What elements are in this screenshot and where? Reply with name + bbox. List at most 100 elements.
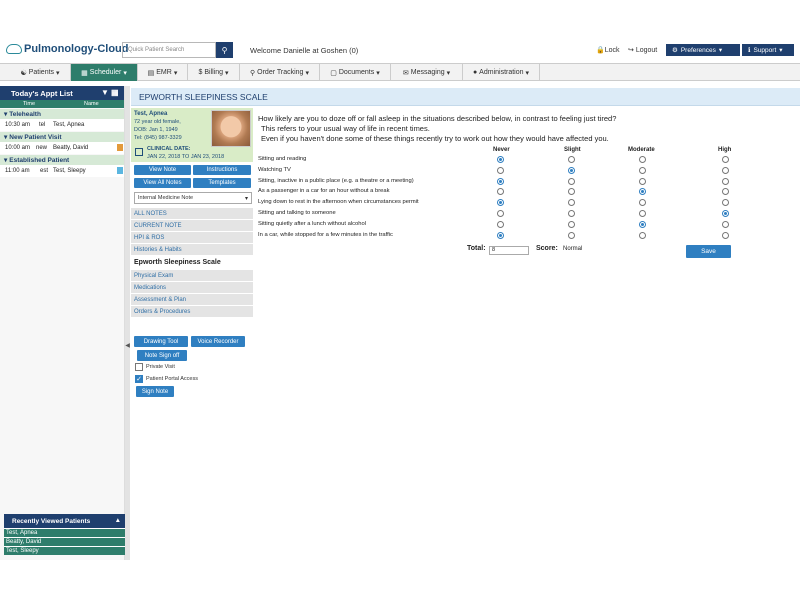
lock-link[interactable]: 🔒Lock [596, 46, 620, 54]
appt-group-established-patient[interactable]: ▾ Established Patient [0, 155, 124, 165]
sign-note-button[interactable]: Sign Note [136, 386, 174, 397]
templates-button[interactable]: Templates [193, 178, 251, 188]
section-epworth-sleepiness-scale[interactable]: Epworth Sleepiness Scale [131, 256, 253, 270]
appt-group-new-patient-visit[interactable]: ▾ New Patient Visit [0, 132, 124, 142]
radio-moderate[interactable] [639, 210, 646, 217]
appt-row[interactable]: 11:00 am est Test, Sleepy [0, 165, 124, 177]
save-button[interactable]: Save [686, 245, 731, 258]
note-status-icon[interactable] [117, 167, 123, 174]
radio-never[interactable] [497, 156, 504, 163]
section-histories-habits[interactable]: Histories & Habits [131, 244, 253, 256]
recent-patient-item[interactable]: Beatty, David [4, 537, 125, 546]
drawing-tool-button[interactable]: Drawing Tool [134, 336, 188, 347]
support-label: Support [753, 46, 777, 54]
section-assessment-plan[interactable]: Assessment & Plan [131, 294, 253, 306]
clinical-date-range[interactable]: JAN 22, 2018 TO JAN 23, 2018 [147, 154, 224, 160]
radio-never[interactable] [497, 199, 504, 207]
note-template-select[interactable]: Internal Medicine Note ▾ [134, 192, 252, 204]
radio-high[interactable] [722, 231, 729, 239]
panel-divider[interactable] [125, 86, 130, 560]
patient-portal-access-checkbox-row[interactable]: ✓ Patient Portal Access [135, 375, 198, 383]
view-note-button[interactable]: View Note [134, 165, 191, 175]
section-orders-procedures[interactable]: Orders & Procedures [131, 306, 253, 318]
score-value: Normal [563, 246, 583, 252]
total-field[interactable]: 8 [489, 246, 529, 255]
radio-slight[interactable] [568, 166, 575, 174]
nav-scheduler[interactable]: ▦ Scheduler ▾ [71, 64, 138, 81]
radio-slight[interactable] [568, 231, 575, 239]
recent-patient-item[interactable]: Test, Apnea [4, 528, 125, 537]
nav-order-tracking[interactable]: ⚲ Order Tracking ▾ [240, 64, 320, 81]
section-current-note[interactable]: CURRENT NOTE [131, 220, 253, 232]
appt-group-telehealth[interactable]: ▾ Telehealth [0, 109, 124, 119]
radio-high[interactable] [722, 188, 729, 196]
nav-patients[interactable]: ☯ Patients ▾ [10, 64, 71, 81]
patient-portal-access-checkbox[interactable]: ✓ [135, 375, 143, 383]
radio-high[interactable] [722, 199, 729, 207]
radio-high[interactable] [722, 210, 729, 217]
nav-administration[interactable]: ● Administration ▾ [463, 64, 540, 81]
section-hpi-ros[interactable]: HPI & ROS [131, 232, 253, 244]
section-physical-exam[interactable]: Physical Exam [131, 270, 253, 282]
radio-never[interactable] [497, 231, 504, 239]
appt-patient-name: Test, Sleepy [53, 168, 86, 174]
collapse-left-icon[interactable]: ◀ [125, 342, 130, 349]
info-icon: ℹ [748, 47, 751, 54]
logout-link[interactable]: ↪ Logout [628, 46, 657, 54]
private-visit-checkbox-row[interactable]: Private Visit [135, 363, 175, 371]
appt-row[interactable]: 10:30 am tel Test, Apnea [0, 119, 124, 131]
view-all-notes-button[interactable]: View All Notes [134, 178, 191, 188]
radio-slight[interactable] [568, 220, 575, 228]
radio-slight[interactable] [568, 199, 575, 207]
radio-moderate[interactable] [639, 166, 646, 174]
radio-moderate[interactable] [639, 199, 646, 207]
nav-documents[interactable]: ▢ Documents ▾ [320, 64, 391, 81]
radio-never[interactable] [497, 166, 504, 174]
note-sign-off-button[interactable]: Note Sign off [137, 350, 187, 361]
epworth-question-row: As a passenger in a car for an hour with… [258, 187, 729, 198]
radio-slight[interactable] [568, 210, 575, 217]
quick-patient-search-input[interactable]: Quick Patient Search [122, 42, 216, 58]
note-status-icon[interactable] [117, 144, 123, 151]
nav-billing[interactable]: $ Billing ▾ [188, 64, 240, 81]
radio-moderate[interactable] [639, 177, 646, 185]
support-button[interactable]: ℹ Support ▾ [742, 44, 794, 56]
nav-emr[interactable]: ▤ EMR ▾ [138, 64, 188, 81]
radio-high[interactable] [722, 166, 729, 174]
search-icon: ⚲ [221, 45, 228, 55]
radio-high[interactable] [722, 220, 729, 228]
filter-icon[interactable]: ▼ [101, 88, 109, 97]
radio-moderate[interactable] [639, 231, 646, 239]
chevron-down-icon: ▾ [446, 69, 451, 77]
radio-never[interactable] [497, 210, 504, 217]
recent-patient-item[interactable]: Test, Sleepy [4, 546, 125, 555]
radio-slight[interactable] [568, 177, 575, 185]
radio-slight[interactable] [568, 156, 575, 163]
radio-moderate[interactable] [639, 220, 646, 228]
instructions-button[interactable]: Instructions [193, 165, 251, 175]
section-medications[interactable]: Medications [131, 282, 253, 294]
voice-recorder-button[interactable]: Voice Recorder [191, 336, 245, 347]
calendar-icon[interactable]: ▦ [111, 88, 119, 97]
patient-name[interactable]: Test, Apnea [134, 111, 167, 117]
radio-slight[interactable] [568, 188, 575, 196]
radio-never[interactable] [497, 220, 504, 228]
recently-viewed-header[interactable]: Recently Viewed Patients ▲ [4, 514, 125, 528]
section-all-notes[interactable]: ALL NOTES [131, 208, 253, 220]
search-button[interactable]: ⚲ [216, 42, 233, 58]
radio-never[interactable] [497, 177, 504, 185]
radio-high[interactable] [722, 156, 729, 163]
question-label: Sitting, inactive in a public place (e.g… [258, 177, 414, 184]
chevron-down-icon: ▾ [718, 47, 723, 54]
nav-messaging[interactable]: ✉ Messaging ▾ [391, 64, 463, 81]
logout-icon: ↪ [628, 47, 634, 54]
radio-moderate[interactable] [639, 156, 646, 163]
appt-row[interactable]: 10:00 am new Beatty, David [0, 142, 124, 154]
radio-high[interactable] [722, 177, 729, 185]
radio-moderate[interactable] [639, 188, 646, 196]
private-visit-checkbox[interactable] [135, 363, 143, 371]
logo[interactable]: Pulmonology-Cloud [6, 43, 128, 55]
question-label: As a passenger in a car for an hour with… [258, 188, 390, 195]
preferences-button[interactable]: ⚙ Preferences ▾ [666, 44, 740, 56]
radio-never[interactable] [497, 188, 504, 196]
